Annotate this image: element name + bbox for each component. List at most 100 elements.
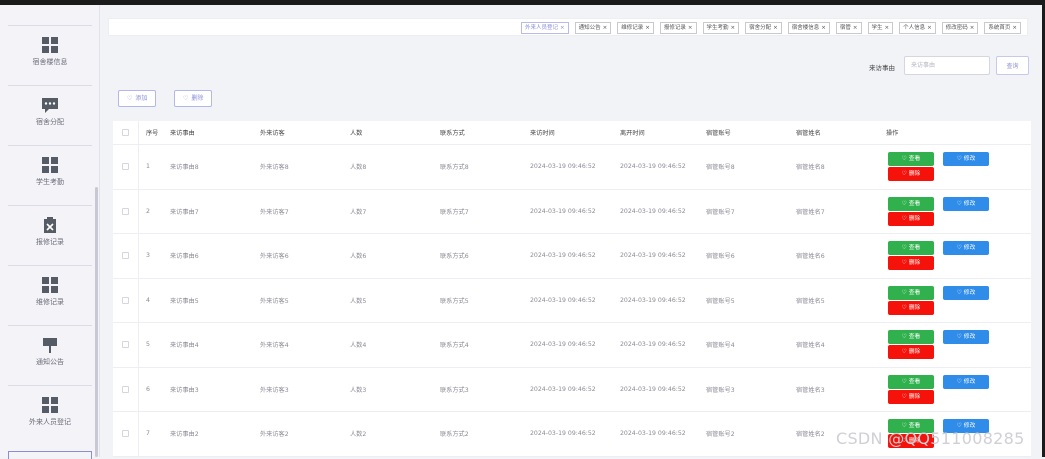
- table-cell: 2024-03-19 09:46:52: [620, 430, 686, 438]
- delete-label: 删除: [908, 260, 921, 266]
- row-checkbox[interactable]: [122, 207, 129, 215]
- tab-label: 通知公告: [578, 25, 601, 31]
- tab-label: 外来人员登记: [525, 25, 559, 31]
- tab[interactable]: 报修记录 ×: [659, 22, 697, 34]
- tab[interactable]: 宿舍分配 ×: [745, 22, 782, 34]
- close-icon[interactable]: ×: [970, 25, 975, 31]
- view-button[interactable]: ♡ 查看: [888, 330, 934, 344]
- tab[interactable]: 修改密码 ×: [941, 22, 979, 34]
- view-button[interactable]: ♡ 查看: [888, 241, 934, 255]
- table-cell: 外来访客4: [260, 342, 289, 350]
- search-label: 来访事由: [869, 64, 895, 72]
- edit-button[interactable]: ♡ 修改: [943, 196, 989, 211]
- tab[interactable]: 宿舍楼信息 ×: [787, 22, 830, 34]
- close-icon[interactable]: ×: [688, 25, 693, 31]
- row-checkbox[interactable]: [122, 430, 129, 438]
- heart-icon: ♡: [956, 334, 964, 340]
- table-cell: 3: [146, 252, 150, 260]
- visitor-table: 序号 来访事由 外来访客 人数 联系方式 来访时间 离开时间 宿管账号 宿管姓名 操作 1 来访事由…: [113, 121, 1031, 457]
- sidebar-item[interactable]: 报修记录: [8, 205, 92, 263]
- edit-button[interactable]: ♡ 修改: [943, 330, 989, 344]
- message-icon: [41, 96, 59, 114]
- edit-button[interactable]: ♡ 修改: [943, 374, 989, 389]
- table-cell: 2024-03-19 09:46:52: [530, 252, 596, 260]
- search-button[interactable]: 查询: [996, 56, 1029, 75]
- edit-button[interactable]: ♡ 修改: [943, 285, 989, 300]
- close-icon[interactable]: ×: [603, 25, 608, 31]
- tab-label: 个人信息: [903, 25, 926, 31]
- table-cell: 来访事由4: [170, 342, 199, 350]
- delete-label: 删除: [908, 393, 921, 400]
- row-checkbox[interactable]: [122, 163, 129, 171]
- delete-button[interactable]: ♡ 删除: [888, 345, 934, 359]
- close-icon[interactable]: ×: [927, 25, 932, 31]
- view-button[interactable]: ♡ 查看: [888, 196, 934, 211]
- close-icon[interactable]: ×: [1012, 25, 1017, 31]
- heart-icon: ♡: [956, 378, 964, 385]
- table-cell: 联系方式8: [440, 164, 469, 172]
- table-cell: 2: [146, 207, 150, 215]
- sidebar-item[interactable]: 宿舍分配: [8, 85, 92, 143]
- sidebar-item[interactable]: 维修记录: [8, 265, 92, 323]
- close-icon[interactable]: ×: [821, 25, 826, 31]
- tab[interactable]: 个人信息 ×: [899, 22, 936, 34]
- view-label: 查看: [908, 334, 921, 340]
- table-cell: 2024-03-19 09:46:52: [530, 207, 596, 215]
- table-cell: 人数8: [350, 164, 367, 172]
- heart-icon: ♡: [901, 171, 909, 177]
- delete-button[interactable]: ♡ 删除: [888, 300, 934, 315]
- table-cell: 联系方式2: [440, 431, 469, 439]
- sidebar-item[interactable]: 宿舍楼信息: [8, 25, 92, 83]
- heart-icon: ♡: [901, 245, 909, 251]
- table-cell: 宿管姓名5: [796, 297, 825, 305]
- tab[interactable]: 系统首页 ×: [984, 22, 1021, 34]
- tab[interactable]: 维修记录 ×: [617, 22, 654, 34]
- tab[interactable]: 学生 ×: [867, 22, 894, 34]
- tab[interactable]: 外来人员登记 ×: [521, 22, 569, 34]
- sidebar-item[interactable]: 学生考勤: [8, 145, 92, 203]
- close-icon[interactable]: ×: [731, 25, 736, 31]
- tab[interactable]: 通知公告 ×: [574, 22, 612, 34]
- tab[interactable]: 宿管 ×: [835, 22, 862, 34]
- row-checkbox[interactable]: [122, 385, 129, 393]
- sidebar-item[interactable]: 通知公告: [8, 325, 92, 383]
- view-button[interactable]: ♡ 查看: [888, 285, 934, 300]
- add-button[interactable]: ♡ 添加: [118, 90, 157, 107]
- delete-button[interactable]: ♡ 删除: [888, 167, 934, 181]
- table-cell: 人数5: [350, 297, 367, 305]
- table-cell: 人数6: [350, 253, 367, 261]
- sidebar-item[interactable]: 外来人员登记: [8, 385, 92, 443]
- close-icon[interactable]: ×: [853, 25, 858, 31]
- view-button[interactable]: ♡ 查看: [888, 152, 934, 166]
- pushpin-icon: [41, 336, 59, 354]
- edit-button[interactable]: ♡ 修改: [943, 241, 989, 255]
- close-icon[interactable]: ×: [773, 25, 778, 31]
- delete-button[interactable]: ♡ 删除: [888, 256, 934, 270]
- select-all-checkbox[interactable]: [122, 129, 129, 136]
- table-cell: 2024-03-19 09:46:52: [620, 385, 686, 393]
- sidebar-scrollbar[interactable]: [95, 187, 98, 457]
- heart-icon: ♡: [901, 200, 909, 207]
- sidebar-item-partial[interactable]: [8, 451, 92, 459]
- row-checkbox[interactable]: [122, 296, 129, 304]
- close-icon[interactable]: ×: [885, 25, 890, 31]
- view-button[interactable]: ♡ 查看: [888, 374, 934, 389]
- table-cell: 宿管账号4: [706, 342, 735, 350]
- edit-button[interactable]: ♡ 修改: [943, 152, 989, 166]
- tab-label: 修改密码: [945, 25, 968, 31]
- table-cell: 7: [146, 430, 150, 438]
- search-input[interactable]: [904, 56, 990, 75]
- batch-delete-button[interactable]: ♡ 删除: [174, 90, 213, 107]
- delete-button[interactable]: ♡ 删除: [888, 389, 934, 404]
- row-checkbox[interactable]: [122, 252, 129, 260]
- close-icon[interactable]: ×: [645, 25, 650, 31]
- row-checkbox[interactable]: [122, 341, 129, 349]
- table-cell: 6: [146, 385, 150, 393]
- close-icon[interactable]: ×: [560, 25, 565, 31]
- delete-button[interactable]: ♡ 删除: [888, 211, 934, 226]
- tab[interactable]: 学生考勤 ×: [702, 22, 740, 34]
- heart-icon: ♡: [901, 156, 909, 162]
- tab-label: 维修记录: [621, 25, 644, 31]
- table-cell: 宿管账号5: [706, 297, 735, 305]
- heart-icon: ♡: [956, 156, 964, 162]
